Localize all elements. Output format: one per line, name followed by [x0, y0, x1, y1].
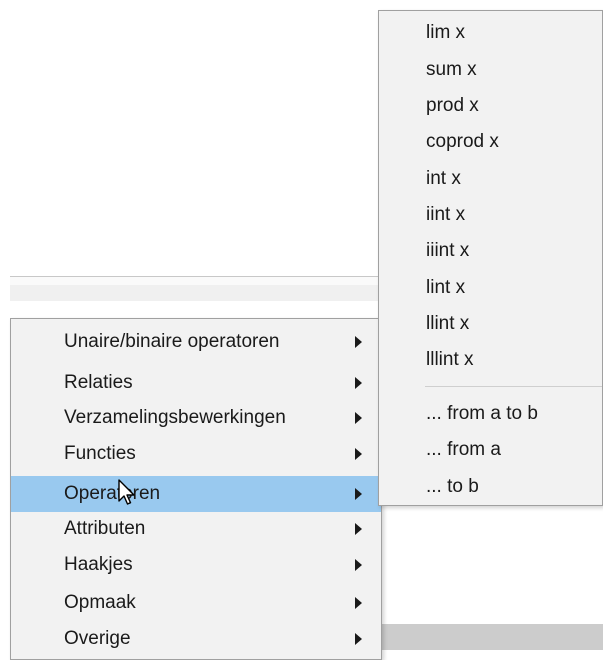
menu-item-label: Functies: [64, 443, 136, 464]
submenu-arrow-icon: [355, 448, 362, 460]
menu-item-brackets[interactable]: Haakjes: [11, 547, 381, 583]
submenu-item-label: ... to b: [426, 476, 479, 497]
submenu-arrow-icon: [355, 597, 362, 609]
submenu-item-lint[interactable]: lint x: [379, 270, 602, 306]
submenu-item-int[interactable]: int x: [379, 161, 602, 197]
submenu-item-label: lim x: [426, 22, 466, 43]
submenu-item-coprod[interactable]: coprod x: [379, 124, 602, 160]
submenu-item-label: llint x: [426, 313, 470, 334]
menu-item-label: Verzamelingsbewerkingen: [64, 407, 286, 428]
submenu-item-lim[interactable]: lim x: [379, 15, 602, 51]
background-status-bar: [382, 624, 603, 650]
mouse-cursor-icon: [118, 479, 135, 505]
submenu-item-label: int x: [426, 168, 461, 189]
submenu-item-to[interactable]: ... to b: [379, 469, 602, 505]
menu-item-other[interactable]: Overige: [11, 621, 381, 657]
menu-item-attributes[interactable]: Attributen: [11, 511, 381, 547]
menu-item-label: Attributen: [64, 518, 146, 539]
menu-item-label: Unaire/binaire operatoren: [64, 331, 280, 352]
menu-item-formatting[interactable]: Opmaak: [11, 585, 381, 621]
submenu-item-from[interactable]: ... from a: [379, 432, 602, 468]
menu-item-relations[interactable]: Relaties: [11, 365, 381, 401]
submenu-item-sum[interactable]: sum x: [379, 52, 602, 88]
menu-item-set-operations[interactable]: Verzamelingsbewerkingen: [11, 400, 381, 436]
menu-item-label: Opmaak: [64, 592, 136, 613]
operators-submenu: lim x sum x prod x coprod x int x iint x…: [378, 10, 603, 506]
submenu-arrow-icon: [355, 633, 362, 645]
submenu-arrow-icon: [355, 336, 362, 348]
context-menu: Unaire/binaire operatoren Relaties Verza…: [10, 318, 382, 660]
submenu-item-label: lint x: [426, 277, 466, 298]
submenu-arrow-icon: [355, 412, 362, 424]
menu-item-unary-binary-operators[interactable]: Unaire/binaire operatoren: [11, 324, 381, 360]
submenu-item-label: sum x: [426, 59, 477, 80]
menu-item-operators[interactable]: Operatoren: [11, 476, 381, 512]
submenu-item-label: prod x: [426, 95, 479, 116]
menu-item-label: Overige: [64, 628, 131, 649]
submenu-arrow-icon: [355, 523, 362, 535]
submenu-arrow-icon: [355, 377, 362, 389]
submenu-separator: [425, 386, 602, 387]
submenu-arrow-icon: [355, 488, 362, 500]
submenu-item-llint[interactable]: llint x: [379, 306, 602, 342]
submenu-item-from-to[interactable]: ... from a to b: [379, 396, 602, 432]
submenu-item-prod[interactable]: prod x: [379, 88, 602, 124]
submenu-arrow-icon: [355, 559, 362, 571]
submenu-item-iiint[interactable]: iiint x: [379, 233, 602, 269]
menu-item-label: Relaties: [64, 372, 133, 393]
submenu-item-label: ... from a: [426, 439, 501, 460]
submenu-item-label: lllint x: [426, 349, 474, 370]
submenu-item-iint[interactable]: iint x: [379, 197, 602, 233]
submenu-item-label: coprod x: [426, 131, 499, 152]
menu-item-functions[interactable]: Functies: [11, 436, 381, 472]
menu-item-label: Haakjes: [64, 554, 133, 575]
submenu-item-lllint[interactable]: lllint x: [379, 342, 602, 378]
submenu-item-label: iiint x: [426, 240, 470, 261]
menu-item-label: Operatoren: [64, 483, 161, 504]
submenu-item-label: iint x: [426, 204, 466, 225]
submenu-item-label: ... from a to b: [426, 403, 538, 424]
